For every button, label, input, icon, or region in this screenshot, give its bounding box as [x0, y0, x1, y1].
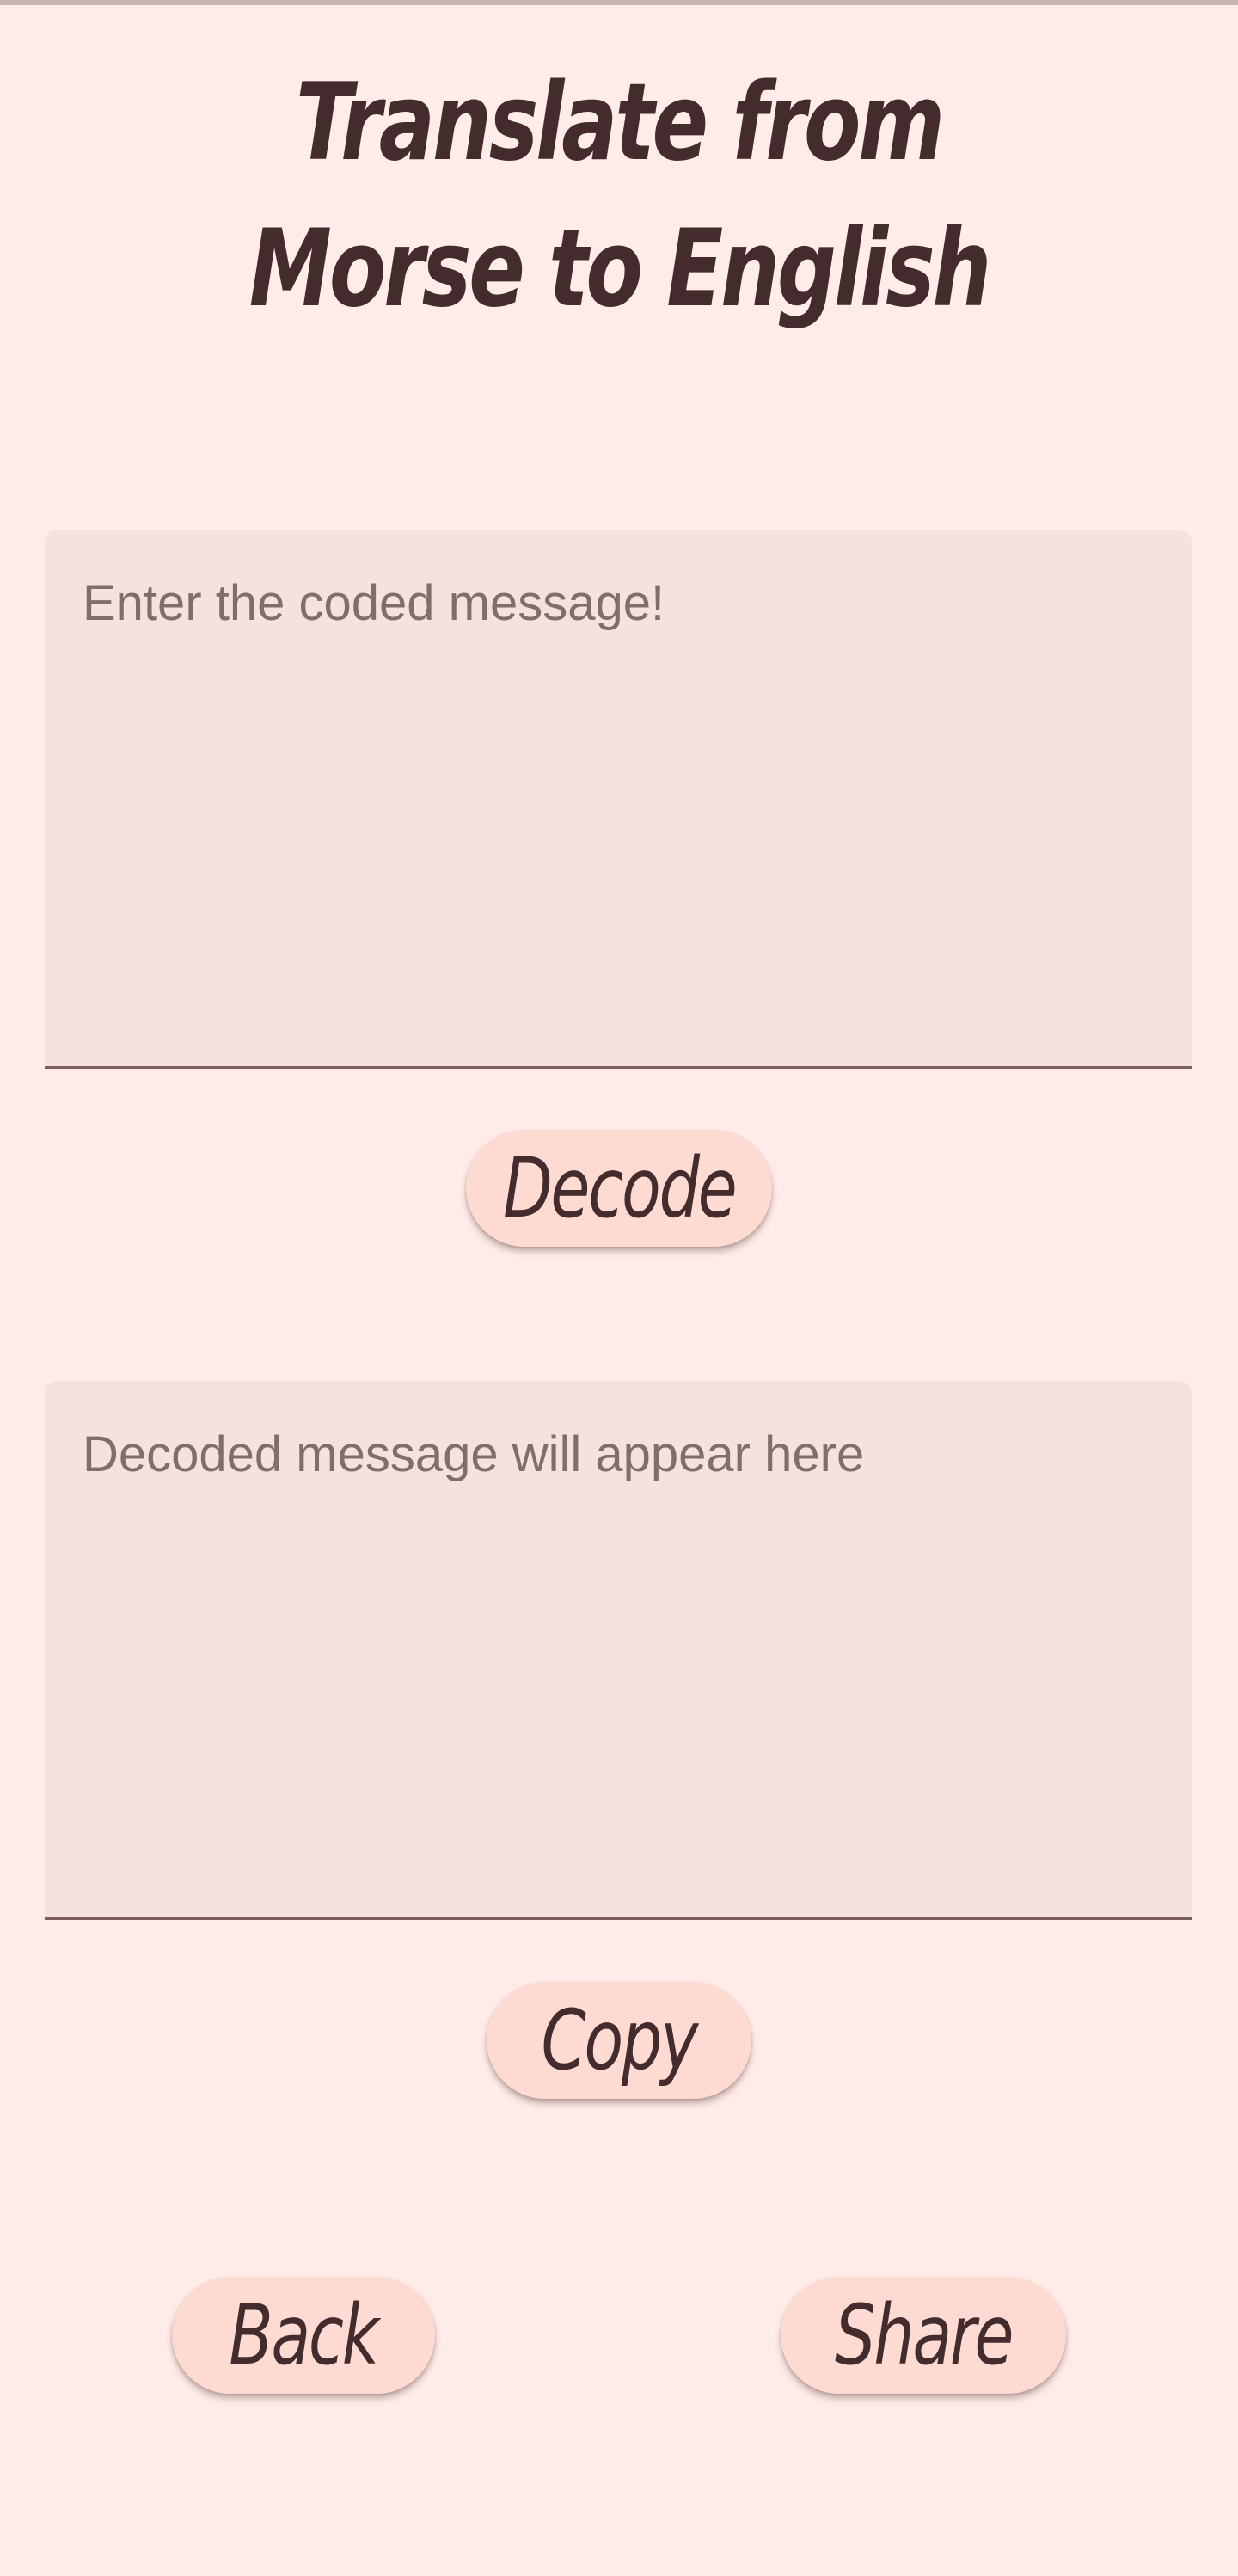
back-button-label: Back: [229, 2287, 380, 2383]
page-title: Translate from Morse to English: [248, 61, 992, 331]
decode-button-label: Decode: [502, 1140, 738, 1236]
back-button[interactable]: Back: [172, 2277, 435, 2394]
copy-button[interactable]: Copy: [487, 1982, 751, 2099]
copy-button-label: Copy: [541, 1992, 699, 2088]
share-button-label: Share: [834, 2287, 1014, 2383]
coded-message-input[interactable]: [45, 530, 1192, 1069]
status-bar-divider: [0, 0, 1238, 5]
share-button[interactable]: Share: [781, 2277, 1066, 2394]
decode-button[interactable]: Decode: [466, 1130, 772, 1247]
decoded-message-output[interactable]: [45, 1381, 1192, 1920]
